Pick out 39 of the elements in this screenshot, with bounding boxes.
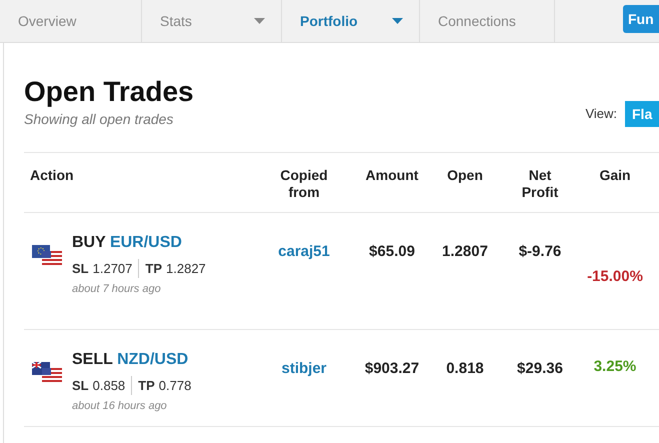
- table-cell-text: 1.2807: [442, 242, 488, 262]
- nav-tab[interactable]: Portfolio: [282, 0, 420, 42]
- column-header: Copied from: [279, 166, 329, 202]
- column-header: Gain: [598, 166, 632, 185]
- table-cell-text: 0.818: [446, 358, 484, 379]
- trader-link[interactable]: caraj51: [278, 242, 330, 260]
- stop-loss-value: 0.858: [92, 376, 126, 395]
- view-flat-button[interactable]: Fla: [625, 101, 659, 127]
- stop-loss-value: 1.2707: [92, 260, 132, 278]
- nav-tab[interactable]: Overview: [0, 0, 142, 42]
- nav-tab[interactable]: Stats: [142, 0, 282, 42]
- nav-button[interactable]: Fun: [623, 5, 659, 33]
- gain-value: 3.25%: [594, 356, 636, 376]
- take-profit-value: 0.778: [158, 376, 192, 395]
- view-label: View:: [585, 105, 617, 124]
- table-cell-text: $65.09: [369, 242, 415, 262]
- trader-link[interactable]: stibjer: [281, 360, 326, 377]
- column-header: Amount: [364, 166, 420, 185]
- column-header: Net Profit: [520, 166, 560, 202]
- stop-loss-label: SL: [72, 260, 89, 278]
- table-cell-text: $-9.76: [518, 242, 562, 262]
- currency-pair-link[interactable]: NZD/USD: [117, 350, 188, 368]
- table-cell-text: $29.36: [517, 358, 563, 379]
- trade-time: about 16 hours ago: [72, 399, 168, 414]
- table-cell-text: $903.27: [364, 358, 420, 379]
- take-profit-label: TP: [138, 376, 155, 395]
- take-profit-value: 1.2827: [166, 260, 206, 278]
- column-header: Action: [29, 166, 75, 185]
- currency-pair-link[interactable]: EUR/USD: [110, 234, 182, 251]
- page-title: Open Trades: [24, 75, 194, 109]
- trade-time: about 7 hours ago: [72, 282, 162, 298]
- trade-side: SELL: [72, 350, 113, 368]
- stop-loss-label: SL: [72, 376, 89, 395]
- page-subtitle: Showing all open trades: [24, 110, 174, 129]
- nav-tab[interactable]: Connections: [420, 0, 555, 42]
- column-header: Open: [446, 166, 484, 185]
- gain-value: -15.00%: [587, 266, 643, 286]
- trade-side: BUY: [72, 234, 106, 251]
- take-profit-label: TP: [145, 260, 162, 278]
